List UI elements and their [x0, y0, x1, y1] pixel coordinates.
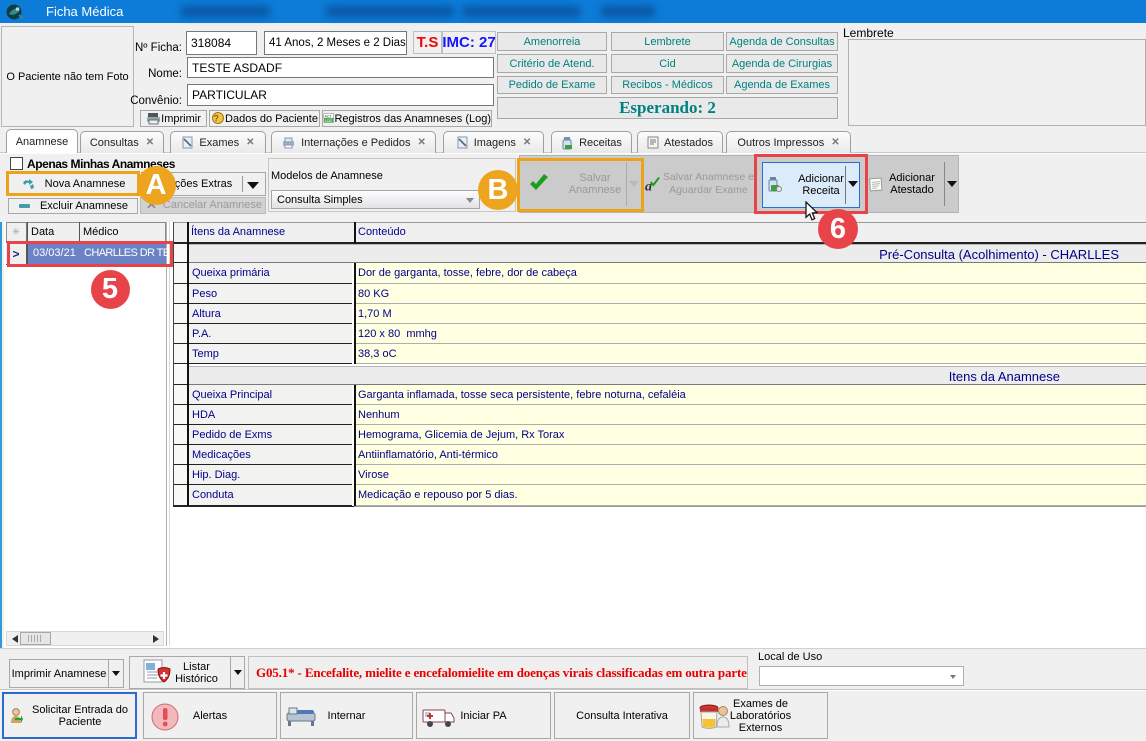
svg-text:a: a	[645, 179, 652, 193]
svg-text:LOG: LOG	[325, 119, 333, 123]
svg-text:ACT: ACT	[325, 114, 333, 118]
svg-text:?: ?	[214, 114, 219, 123]
